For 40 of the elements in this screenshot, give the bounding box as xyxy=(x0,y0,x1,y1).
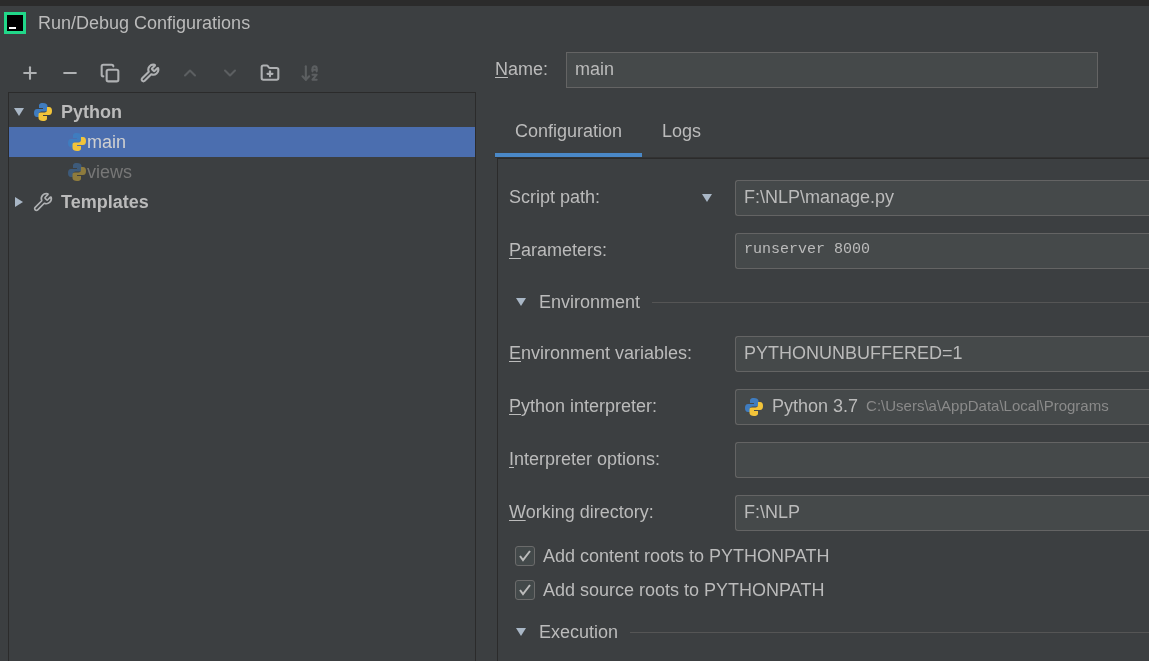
add-icon[interactable] xyxy=(20,63,40,83)
field-label: Python interpreter: xyxy=(509,395,658,418)
field-label: Environment variables: xyxy=(509,342,693,365)
expand-arrow-icon[interactable] xyxy=(515,626,527,638)
input-field[interactable]: PYTHONUNBUFFERED=1 xyxy=(735,335,1149,372)
wrench-icon[interactable] xyxy=(140,63,160,83)
app-logo-icon xyxy=(4,12,26,34)
tree-group[interactable]: Templates xyxy=(61,188,149,216)
new-folder-icon[interactable] xyxy=(260,63,280,83)
checkbox-label: Add source roots to PYTHONPATH xyxy=(543,578,825,602)
name-field[interactable]: main xyxy=(566,51,1099,88)
input-field[interactable] xyxy=(735,441,1149,478)
input-field[interactable]: F:\NLP\manage.py xyxy=(735,179,1149,216)
field-label: Interpreter options: xyxy=(509,448,661,471)
tab[interactable]: Logs xyxy=(642,110,722,157)
python-icon xyxy=(33,102,53,122)
python-icon xyxy=(67,162,87,182)
expand-arrow-icon[interactable] xyxy=(515,296,527,308)
input-field[interactable]: F:\NLP xyxy=(735,494,1149,531)
interpreter-dropdown[interactable]: Python 3.7 C:\Users\a\AppData\Local\Programs xyxy=(735,388,1149,425)
collapse-arrow-icon[interactable] xyxy=(13,196,25,208)
tree-item[interactable]: main xyxy=(9,127,475,157)
checkbox[interactable] xyxy=(515,546,535,566)
field-label: Working directory: xyxy=(509,501,654,524)
checkbox[interactable] xyxy=(515,580,535,600)
copy-icon[interactable] xyxy=(100,63,120,83)
input-field[interactable]: runserver 8000 xyxy=(735,232,1149,269)
field-label: Name: xyxy=(495,58,549,81)
expand-arrow-icon[interactable] xyxy=(13,106,25,118)
checkbox-label: Add content roots to PYTHONPATH xyxy=(543,544,830,568)
field-label: Script path: xyxy=(509,186,601,209)
tree-group[interactable]: Python xyxy=(61,98,122,126)
field-label: Parameters: xyxy=(509,239,608,262)
section-title[interactable]: Execution xyxy=(539,618,619,646)
dropdown-arrow-icon[interactable] xyxy=(701,191,713,204)
wrench-icon xyxy=(33,192,53,212)
python-icon xyxy=(744,396,764,417)
python-icon xyxy=(67,132,87,152)
window-title: Run/Debug Configurations xyxy=(38,11,251,35)
section-title[interactable]: Environment xyxy=(539,288,641,316)
